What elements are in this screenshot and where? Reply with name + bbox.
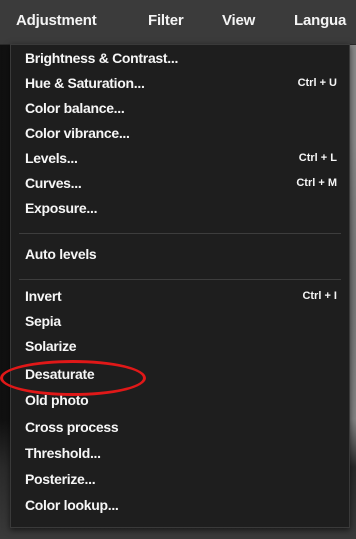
- menu-item-curves[interactable]: Curves... Ctrl + M: [11, 174, 349, 196]
- menu-view[interactable]: View: [222, 12, 255, 29]
- menu-item-invert[interactable]: Invert Ctrl + I: [11, 287, 349, 309]
- menu-item-label: Auto levels: [25, 246, 97, 262]
- menu-item-auto-levels[interactable]: Auto levels: [11, 245, 349, 267]
- menu-item-label: Brightness & Contrast...: [25, 50, 179, 66]
- menu-item-hue-saturation[interactable]: Hue & Saturation... Ctrl + U: [11, 74, 349, 96]
- menu-item-exposure[interactable]: Exposure...: [11, 199, 349, 221]
- menu-item-label: Exposure...: [25, 200, 98, 216]
- menu-item-label: Cross process: [25, 419, 119, 435]
- menu-item-label: Old photo: [25, 392, 89, 408]
- menu-item-color-balance[interactable]: Color balance...: [11, 99, 349, 121]
- menu-item-label: Hue & Saturation...: [25, 75, 145, 91]
- menu-item-label: Solarize: [25, 338, 77, 354]
- menu-item-label: Desaturate: [25, 366, 95, 382]
- menu-item-brightness-contrast[interactable]: Brightness & Contrast...: [11, 49, 349, 71]
- menu-item-old-photo[interactable]: Old photo: [11, 391, 349, 413]
- menu-item-cross-process[interactable]: Cross process: [11, 418, 349, 440]
- menu-item-label: Invert: [25, 288, 62, 304]
- menu-item-color-lookup[interactable]: Color lookup...: [11, 496, 349, 518]
- menu-separator: [19, 233, 341, 234]
- menu-item-label: Threshold...: [25, 445, 101, 461]
- menu-item-sepia[interactable]: Sepia: [11, 312, 349, 334]
- menu-item-label: Posterize...: [25, 471, 96, 487]
- menu-adjustment[interactable]: Adjustment: [16, 12, 97, 29]
- menu-item-threshold[interactable]: Threshold...: [11, 444, 349, 466]
- menu-item-label: Color vibrance...: [25, 125, 130, 141]
- menu-item-shortcut: Ctrl + I: [302, 290, 337, 302]
- menu-item-label: Curves...: [25, 175, 82, 191]
- menu-item-color-vibrance[interactable]: Color vibrance...: [11, 124, 349, 146]
- menu-item-posterize[interactable]: Posterize...: [11, 470, 349, 492]
- menu-separator: [19, 279, 341, 280]
- menu-item-desaturate[interactable]: Desaturate: [11, 365, 349, 387]
- menu-item-levels[interactable]: Levels... Ctrl + L: [11, 149, 349, 171]
- adjustment-dropdown-menu: Brightness & Contrast... Hue & Saturatio…: [10, 44, 350, 528]
- menu-item-shortcut: Ctrl + L: [298, 152, 337, 164]
- menu-bar: Adjustment Filter View Langua: [0, 0, 356, 45]
- menu-filter[interactable]: Filter: [148, 12, 184, 29]
- menu-language[interactable]: Langua: [294, 12, 346, 29]
- menu-item-shortcut: Ctrl + M: [296, 177, 337, 189]
- menu-item-label: Color lookup...: [25, 497, 119, 513]
- menu-item-label: Color balance...: [25, 100, 125, 116]
- menu-item-label: Levels...: [25, 150, 78, 166]
- menu-item-label: Sepia: [25, 313, 61, 329]
- menu-item-shortcut: Ctrl + U: [297, 77, 337, 89]
- menu-item-solarize[interactable]: Solarize: [11, 337, 349, 359]
